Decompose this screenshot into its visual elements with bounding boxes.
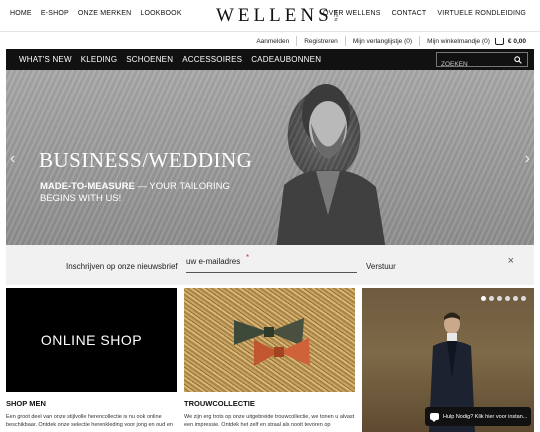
hero-banner[interactable]: ‹ › BUSINESS/WEDDING MADE-TO-MEASURE — Y… bbox=[6, 70, 534, 245]
top-nav-contact[interactable]: CONTACT bbox=[392, 10, 427, 17]
divider bbox=[344, 36, 346, 46]
nav-whats-new[interactable]: WHAT'S NEW bbox=[19, 55, 72, 64]
hero-model-image bbox=[276, 84, 386, 245]
tile-online-shop-text: ONLINE SHOP bbox=[40, 332, 143, 348]
top-nav-left: HOME E-SHOP ONZE MERKEN LOOKBOOK bbox=[10, 10, 182, 17]
hero-next-arrow[interactable]: › bbox=[525, 150, 530, 168]
main-nav-items: WHAT'S NEW KLEDING SCHOENEN ACCESSOIRES … bbox=[19, 55, 321, 64]
chat-label: Hulp Nodig? Klik hier voor instan... bbox=[443, 413, 528, 420]
top-nav-virtual-tour[interactable]: VIRTUELE RONDLEIDING bbox=[437, 10, 526, 17]
slide-dot[interactable] bbox=[513, 296, 518, 301]
tile-title[interactable]: SHOP MEN bbox=[6, 399, 46, 408]
search-box bbox=[436, 52, 528, 71]
tile-wedding-collection[interactable]: TROUWCOLLECTIE We zijn erg trots op onze… bbox=[184, 288, 355, 432]
nav-gift-cards[interactable]: CADEAUBONNEN bbox=[251, 55, 321, 64]
slide-dot[interactable] bbox=[481, 296, 486, 301]
nav-clothing[interactable]: KLEDING bbox=[81, 55, 118, 64]
tile-shop-men[interactable]: ONLINE SHOP SHOP MEN Een groot deel van … bbox=[6, 288, 177, 432]
tile-text: We zijn erg trots op onze uitgebreide tr… bbox=[184, 414, 355, 428]
chat-widget[interactable]: Hulp Nodig? Klik hier voor instan... bbox=[425, 407, 531, 426]
top-nav-right: OVER WELLENS CONTACT VIRTUELE RONDLEIDIN… bbox=[323, 10, 526, 17]
hero-subtitle: MADE-TO-MEASURE — YOUR TAILORING BEGINS … bbox=[40, 181, 230, 205]
main-nav: WHAT'S NEW KLEDING SCHOENEN ACCESSOIRES … bbox=[6, 49, 534, 71]
hero-subtitle-bold: MADE-TO-MEASURE bbox=[40, 181, 135, 192]
slide-dot[interactable] bbox=[489, 296, 494, 301]
tile-bowtie-image[interactable] bbox=[184, 288, 355, 392]
wishlist-link[interactable]: Mijn verlanglijstje (0) bbox=[353, 38, 412, 45]
register-link[interactable]: Registreren bbox=[304, 38, 338, 45]
top-nav-home[interactable]: HOME bbox=[10, 10, 32, 17]
top-nav-brands[interactable]: ONZE MERKEN bbox=[78, 10, 132, 17]
tile-online-shop-image[interactable]: ONLINE SHOP bbox=[6, 288, 177, 392]
hero-subtitle-line2: BEGINS WITH US! bbox=[40, 193, 122, 204]
top-nav-lookbook[interactable]: LOOKBOOK bbox=[140, 10, 181, 17]
close-icon[interactable]: × bbox=[508, 255, 514, 267]
slide-dot[interactable] bbox=[497, 296, 502, 301]
account-links: Aanmelden Registreren Mijn verlanglijstj… bbox=[256, 36, 526, 46]
nav-shoes[interactable]: SCHOENEN bbox=[126, 55, 173, 64]
newsletter-send-button[interactable]: Verstuur bbox=[366, 262, 396, 271]
newsletter-field: * bbox=[186, 251, 357, 273]
newsletter-email-input[interactable] bbox=[186, 254, 356, 266]
divider bbox=[419, 36, 421, 46]
account-bar: Aanmelden Registreren Mijn verlanglijstj… bbox=[0, 31, 540, 48]
search-icon[interactable] bbox=[514, 56, 522, 64]
divider bbox=[296, 36, 298, 46]
nav-accessories[interactable]: ACCESSOIRES bbox=[182, 55, 242, 64]
cart-total: € 0,00 bbox=[507, 37, 526, 45]
newsletter-label: Inschrijven op onze nieuwsbrief bbox=[66, 262, 178, 271]
bowtie-image bbox=[234, 318, 310, 366]
required-mark: * bbox=[246, 253, 250, 262]
chat-icon bbox=[430, 413, 439, 422]
logo-wordmark: WELLENS bbox=[216, 5, 333, 26]
logo[interactable]: WELLENS MEN bbox=[216, 5, 339, 27]
cart-icon[interactable] bbox=[494, 37, 504, 45]
slide-dot[interactable] bbox=[505, 296, 510, 301]
hero-prev-arrow[interactable]: ‹ bbox=[10, 150, 15, 168]
newsletter-bar: Inschrijven op onze nieuwsbrief * Verstu… bbox=[6, 245, 534, 285]
top-bar: HOME E-SHOP ONZE MERKEN LOOKBOOK WELLENS… bbox=[0, 0, 540, 30]
top-nav-about[interactable]: OVER WELLENS bbox=[323, 10, 381, 17]
tile-text: Een groot deel van onze stijlvolle heren… bbox=[6, 414, 173, 428]
top-nav-eshop[interactable]: E-SHOP bbox=[41, 10, 69, 17]
hero-title: BUSINESS/WEDDING bbox=[39, 148, 253, 172]
slide-dot[interactable] bbox=[521, 296, 526, 301]
slideshow-dots bbox=[481, 296, 526, 301]
tile-title[interactable]: TROUWCOLLECTIE bbox=[184, 399, 255, 408]
hero-subtitle-rest: — YOUR TAILORING bbox=[134, 181, 230, 192]
cart-link[interactable]: Mijn winkelmandje (0) bbox=[427, 38, 490, 45]
login-link[interactable]: Aanmelden bbox=[256, 38, 289, 45]
